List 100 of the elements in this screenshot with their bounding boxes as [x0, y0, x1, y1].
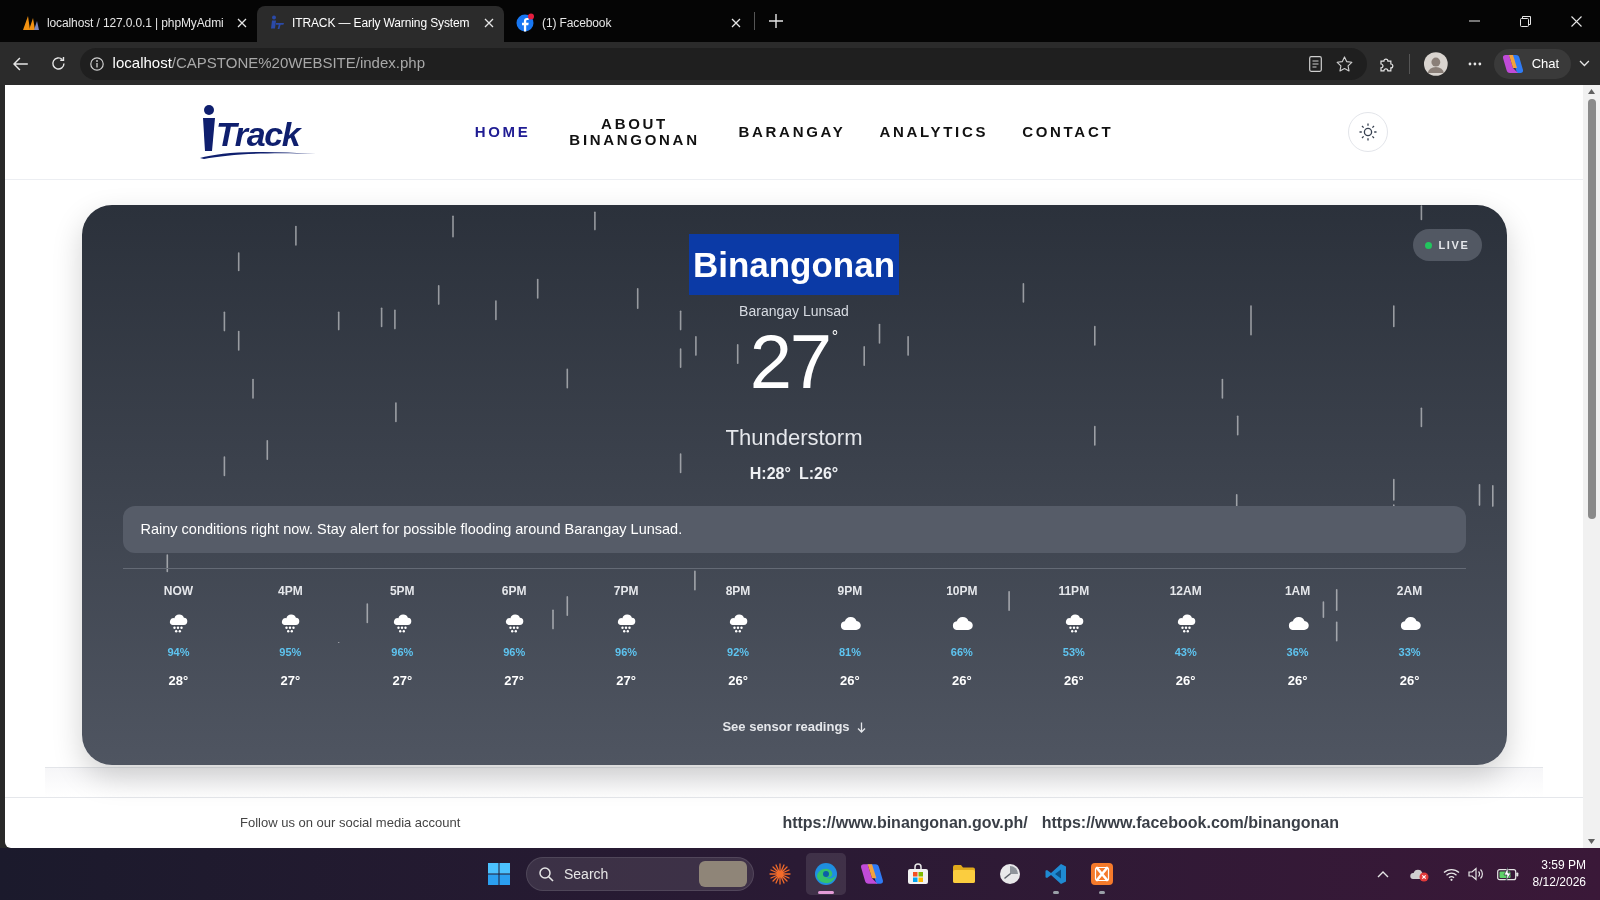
- chevron-up-icon[interactable]: [1376, 870, 1389, 878]
- hour-temperature: 26°: [1287, 673, 1308, 689]
- scrollbar-thumb[interactable]: [1587, 99, 1596, 519]
- scroll-down-icon[interactable]: [1588, 839, 1595, 844]
- taskbar-date: 8/12/2026: [1532, 874, 1586, 891]
- temperature: 27: [749, 329, 830, 395]
- info-icon[interactable]: [89, 56, 104, 71]
- hour-temperature: 28°: [168, 673, 189, 689]
- rain-cloud-icon: [391, 613, 414, 633]
- sun-icon: [1359, 123, 1377, 141]
- hour-temperature: 26°: [952, 673, 972, 689]
- nav-link[interactable]: ANALYTICS: [879, 124, 989, 140]
- footer-text: Follow us on our social media account: [240, 814, 461, 833]
- alert-message: Rainy conditions right now. Stay alert for possible flooding around Barangay Lunsad.: [122, 506, 1466, 553]
- footer-link[interactable]: https://www.facebook.com/binangonan: [1041, 811, 1339, 835]
- hour-temperature: 27°: [504, 673, 525, 689]
- sparkle-icon: [769, 863, 791, 885]
- hour-label: 9PM: [837, 583, 863, 599]
- reload-icon[interactable]: [50, 56, 66, 71]
- close-icon[interactable]: [237, 17, 247, 28]
- hour-label: 6PM: [501, 583, 527, 599]
- search-box[interactable]: Search: [526, 857, 754, 891]
- barangay-name: Barangay Lunsad: [739, 303, 849, 319]
- browser-tab[interactable]: localhost / 127.0.0.1 | phpMyAdmi: [10, 6, 257, 42]
- more-icon[interactable]: [1467, 61, 1482, 66]
- puzzle-icon[interactable]: [1379, 55, 1396, 72]
- hour-temperature: 26°: [1175, 673, 1196, 689]
- battery-icon[interactable]: [1496, 867, 1519, 881]
- wifi-icon[interactable]: [1442, 867, 1460, 881]
- close-icon[interactable]: [731, 17, 741, 28]
- arrow-down-icon: [856, 721, 866, 733]
- hour-temperature: 26°: [840, 673, 860, 689]
- new-tab-icon[interactable]: [769, 14, 783, 28]
- address-bar[interactable]: localhost/CAPSTONE%20WEBSITE/index.php: [79, 47, 1368, 80]
- close-icon[interactable]: [1571, 15, 1582, 27]
- hour-temperature: 27°: [280, 673, 301, 689]
- nav-link[interactable]: HOME: [474, 124, 531, 140]
- rain-chance: 96%: [615, 645, 638, 659]
- sensor-readings-link[interactable]: See sensor readings: [722, 718, 866, 736]
- letter-f-icon: [516, 13, 535, 32]
- hour-label: 4PM: [278, 583, 303, 599]
- rain-chance: 36%: [1286, 645, 1309, 659]
- logo-icon: [269, 14, 285, 31]
- logo-text: Track: [216, 117, 300, 151]
- taskbar-time: 3:59 PM: [1541, 857, 1586, 874]
- scroll-up-icon[interactable]: [1588, 89, 1595, 94]
- theme-toggle-button[interactable]: [1348, 112, 1388, 152]
- low-temperature: L:26°: [798, 464, 839, 484]
- degree-sign: °: [831, 329, 839, 345]
- browser-tab[interactable]: ITRACK — Early Warning System: [257, 6, 504, 42]
- restore-icon[interactable]: [1520, 15, 1531, 27]
- shopping-bag-icon: [907, 863, 929, 885]
- rain-cloud-icon: [279, 613, 302, 633]
- windows-logo-icon: [488, 863, 510, 885]
- chat-button[interactable]: Chat: [1493, 48, 1572, 79]
- nav-link[interactable]: BARANGAY: [738, 124, 846, 140]
- reader-icon[interactable]: [1309, 55, 1323, 72]
- x-square-icon: [1091, 863, 1113, 885]
- hour-label: 2AM: [1396, 583, 1423, 599]
- hour-label: 10PM: [946, 583, 978, 599]
- folder-icon: [952, 864, 976, 884]
- back-icon[interactable]: [13, 56, 29, 71]
- browser-tab[interactable]: (1) Facebook: [504, 6, 751, 42]
- angle-bracket-icon: [1045, 863, 1067, 885]
- hour-temperature: 26°: [1399, 673, 1420, 689]
- caret-icon[interactable]: [1579, 60, 1590, 67]
- sail-icon: [22, 15, 40, 30]
- person-figure-icon: [200, 105, 216, 151]
- rain-chance: 53%: [1062, 645, 1085, 659]
- picture-placeholder: [699, 861, 747, 887]
- nav-link[interactable]: ABOUT BINANGONAN: [564, 116, 705, 148]
- ribbon-icon: [1501, 53, 1524, 74]
- rain-cloud-icon: [615, 613, 638, 633]
- high-temperature: H:28°: [749, 464, 791, 484]
- rain-chance: 81%: [838, 645, 861, 659]
- status-dot-icon: [1425, 241, 1433, 249]
- footer-link[interactable]: https://www.binangonan.gov.ph/: [782, 811, 1028, 835]
- hour-label: 12AM: [1169, 583, 1202, 599]
- search-icon: [539, 866, 554, 882]
- location-title: Binangonan: [688, 234, 900, 295]
- hour-label: 11PM: [1058, 583, 1090, 599]
- taskbar-button[interactable]: [806, 853, 846, 895]
- close-icon[interactable]: [484, 17, 494, 28]
- star-icon[interactable]: [1336, 55, 1354, 72]
- clock-icon: [999, 863, 1021, 885]
- ribbon-icon: [860, 863, 884, 885]
- rain-cloud-icon: [503, 613, 526, 633]
- speaker-icon[interactable]: [1467, 867, 1484, 881]
- hour-temperature: 26°: [1063, 673, 1084, 689]
- rain-chance: 33%: [1398, 645, 1421, 659]
- swirl-circle-icon: [814, 862, 838, 886]
- hour-label: 1AM: [1284, 583, 1311, 599]
- nav-link[interactable]: CONTACT: [1022, 124, 1114, 140]
- hour-label: 7PM: [613, 583, 639, 599]
- rain-chance: 92%: [727, 645, 750, 659]
- live-label: LIVE: [1438, 237, 1470, 253]
- rain-chance: 94%: [167, 645, 190, 659]
- rain-chance: 96%: [391, 645, 414, 659]
- rain-chance: 96%: [503, 645, 526, 659]
- avatar-icon[interactable]: [1424, 51, 1448, 76]
